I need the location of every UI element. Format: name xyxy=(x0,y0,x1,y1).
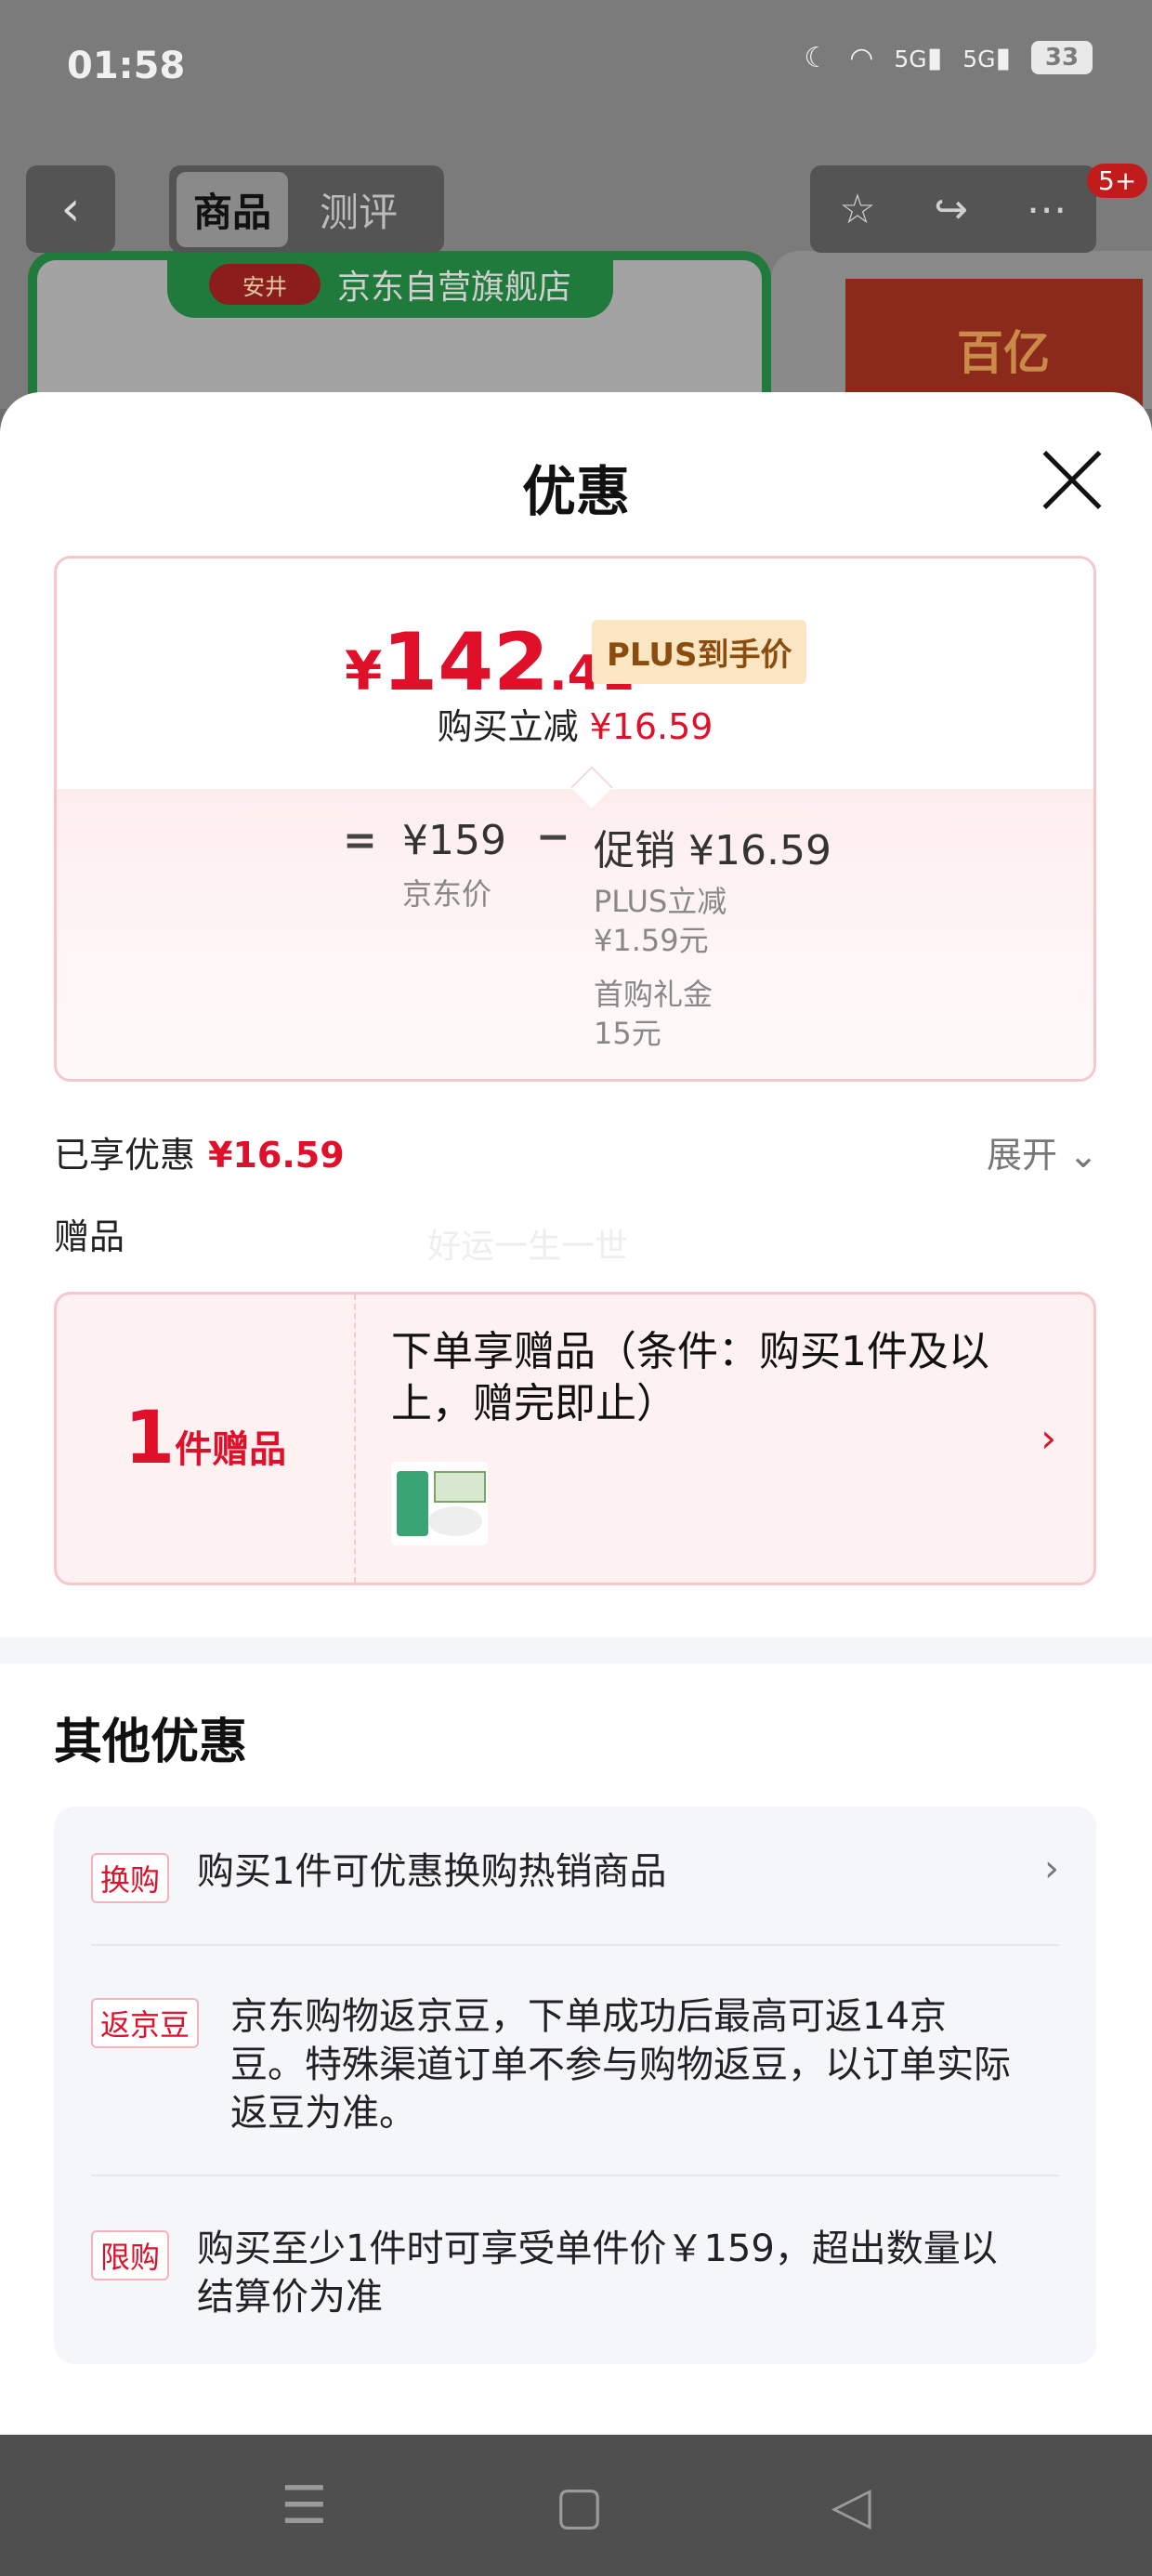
side-product-image: 百亿 xyxy=(845,279,1143,409)
offer-tag: 返京豆 xyxy=(91,1998,200,2048)
section-separator xyxy=(0,1637,1152,1663)
gift-divider xyxy=(354,1295,356,1583)
top-tabs: 商品 测评 xyxy=(169,165,444,253)
gift-condition-text: 下单享赠品（条件：购买1件及以上，赠完即止） xyxy=(391,1328,989,1427)
chevron-right-icon: › xyxy=(1044,1847,1059,1890)
status-time: 01:58 xyxy=(67,45,186,87)
store-name: 京东自营旗舰店 xyxy=(336,269,571,307)
cart-badge: 5+ xyxy=(1087,164,1148,198)
offer-text: 京东购物返京豆，下单成功后最高可返14京豆。特殊渠道订单不参与购物返豆，以订单实… xyxy=(230,1995,1011,2135)
sheet-title: 优惠 xyxy=(521,460,630,523)
battery-icon: 33 xyxy=(1031,41,1093,74)
offer-divider xyxy=(91,2175,1059,2176)
side-product-card[interactable]: 百亿 xyxy=(771,251,1152,409)
promo-detail-gift-label: 首购礼金 xyxy=(594,977,713,1012)
background-product-page: 01:58 ☾ ◠ 5G▮ 5G▮ 33 安井 京东自营旗舰店 百亿 ‹ 商品 … xyxy=(0,0,1152,409)
other-offers-list: 换购 购买1件可优惠换购热销商品 › 返京豆 京东购物返京豆，下单成功后最高可返… xyxy=(54,1807,1096,2364)
offer-divider xyxy=(91,1944,1059,1946)
enjoyed-discount: 已享优惠 ¥16.59 xyxy=(54,1126,345,1177)
plus-price-tag: PLUS到手价 xyxy=(592,620,807,684)
enjoyed-value: ¥16.59 xyxy=(208,1135,345,1176)
home-icon[interactable]: ▢ xyxy=(555,2476,604,2536)
gift-thumbnail xyxy=(391,1462,488,1545)
side-card-text: 百亿 xyxy=(957,326,1050,380)
moon-icon: ☾ xyxy=(804,41,830,74)
top-right-actions: ☆ ↪ ⋯ xyxy=(810,165,1096,253)
offer-text: 购买至少1件时可享受单件价￥159，超出数量以结算价为准 xyxy=(197,2228,998,2319)
tab-product[interactable]: 商品 xyxy=(177,171,289,247)
offer-tag: 换购 xyxy=(91,1853,170,1903)
final-price-symbol: ¥ xyxy=(345,639,383,703)
price-card-bottom xyxy=(57,789,1093,1079)
promo-detail-gift-value: 15元 xyxy=(594,1016,661,1051)
menu-icon[interactable]: ☰ xyxy=(281,2476,327,2536)
offer-text: 购买1件可优惠换购热销商品 xyxy=(197,1850,667,1893)
gift-count-unit: 件赠品 xyxy=(175,1428,287,1471)
other-offers-title: 其他优惠 xyxy=(54,1715,248,1770)
store-banner[interactable]: 安井 京东自营旗舰店 xyxy=(167,251,613,318)
instant-discount-row: 购买立减 ¥16.59 xyxy=(57,698,1093,749)
signal-icon-2: 5G▮ xyxy=(962,41,1011,74)
more-icon[interactable]: ⋯ xyxy=(1027,186,1067,233)
minus-sign: − xyxy=(536,813,570,861)
store-logo: 安井 xyxy=(208,264,321,305)
back-icon: ‹ xyxy=(60,181,81,237)
jd-price-label: 京东价 xyxy=(402,876,492,912)
promo-detail-plus-value: ¥1.59元 xyxy=(594,923,709,958)
price-breakdown-card: ¥ 142 .41 PLUS到手价 购买立减¥16.59 = ¥159 京东价 … xyxy=(54,556,1096,1082)
chevron-down-icon: ⌄ xyxy=(1068,1135,1098,1176)
enjoyed-label: 已享优惠 xyxy=(54,1135,196,1176)
jd-price: ¥159 xyxy=(402,817,506,864)
close-button[interactable] xyxy=(1039,446,1106,513)
back-button[interactable]: ‹ xyxy=(26,165,115,253)
signal-icon-1: 5G▮ xyxy=(894,41,943,74)
back-triangle-icon[interactable]: ◁ xyxy=(831,2476,871,2536)
watermark-text: 好运一生一世 xyxy=(427,1228,629,1266)
promo-detail-plus-label: PLUS立减 xyxy=(594,884,727,919)
chevron-right-icon: › xyxy=(1041,1415,1056,1461)
instant-discount-label: 购买立减 xyxy=(437,706,579,747)
gift-count-number: 1 xyxy=(124,1397,176,1480)
expand-button[interactable]: 展开 ⌄ xyxy=(987,1126,1098,1177)
gift-section-title: 赠品 xyxy=(54,1216,125,1257)
wifi-icon: ◠ xyxy=(849,41,874,74)
tab-review[interactable]: 测评 xyxy=(303,172,414,247)
offer-tag: 限购 xyxy=(91,2230,170,2280)
promotion-value: 促销 ¥16.59 xyxy=(594,827,831,874)
system-navigation-bar: ☰ ▢ ◁ xyxy=(0,2435,1152,2576)
discount-sheet: 优惠 ¥ 142 .41 PLUS到手价 购买立减¥16.59 = ¥159 京… xyxy=(0,392,1152,2435)
instant-discount-value: ¥16.59 xyxy=(589,706,713,747)
gift-count: 1 件赠品 xyxy=(57,1295,354,1583)
star-icon[interactable]: ☆ xyxy=(839,186,875,233)
expand-label: 展开 xyxy=(987,1135,1058,1176)
status-icons: ☾ ◠ 5G▮ 5G▮ 33 xyxy=(804,41,1093,74)
final-price-integer: 142 xyxy=(382,616,549,709)
equals-sign: = xyxy=(343,817,377,864)
gift-card[interactable]: 1 件赠品 下单享赠品（条件：购买1件及以上，赠完即止） › xyxy=(54,1292,1096,1585)
share-icon[interactable]: ↪ xyxy=(934,186,968,233)
